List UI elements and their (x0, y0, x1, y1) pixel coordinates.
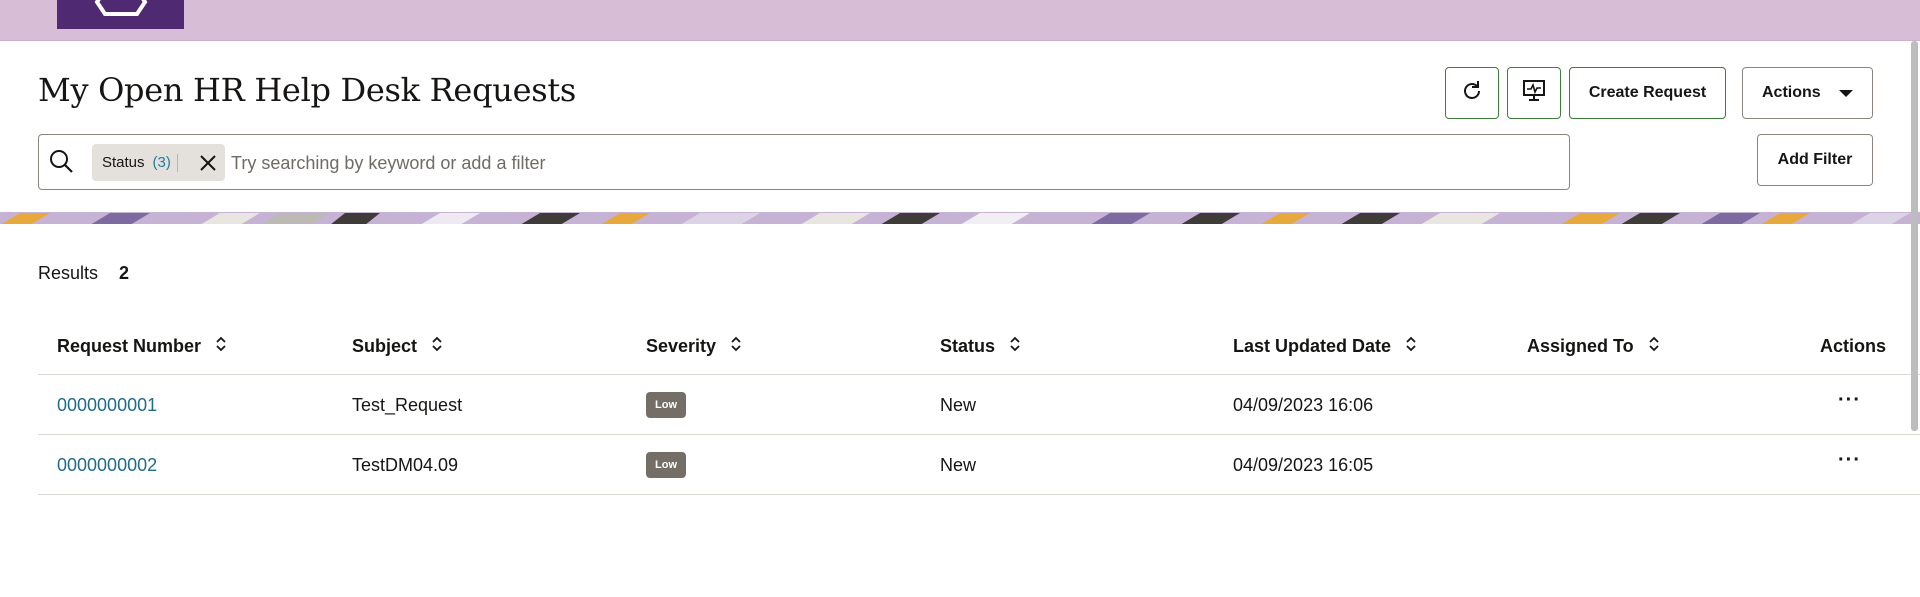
presentation-button[interactable] (1507, 67, 1561, 119)
requests-table: Request Number Subject Severity Status L… (38, 324, 1920, 495)
severity-badge: Low (646, 452, 686, 478)
logo-icon[interactable] (57, 0, 184, 29)
refresh-button[interactable] (1445, 67, 1499, 119)
subject-cell: TestDM04.09 (352, 455, 459, 475)
request-number-link[interactable]: 0000000001 (57, 395, 157, 416)
chip-count: (3) (152, 154, 171, 171)
top-bar (0, 0, 1920, 41)
column-label: Request Number (57, 336, 202, 356)
sort-icon[interactable] (1648, 336, 1660, 357)
column-label: Assigned To (1527, 336, 1634, 356)
actions-label: Actions (1762, 84, 1821, 101)
search-input[interactable]: Try searching by keyword or add a filter (231, 153, 545, 174)
row-actions-menu-icon[interactable]: ··· (1838, 450, 1861, 470)
last-updated-cell: 04/09/2023 16:06 (1233, 395, 1374, 415)
table-row: 0000000002 TestDM04.09 Low New 04/09/202… (38, 435, 1920, 495)
decorative-banner (0, 212, 1920, 224)
table-row: 0000000001 Test_Request Low New 04/09/20… (38, 375, 1920, 435)
actions-menu-button[interactable]: Actions (1742, 67, 1873, 119)
table-header: Request Number Subject Severity Status L… (38, 324, 1920, 375)
column-label: Last Updated Date (1233, 336, 1392, 356)
presentation-monitor-icon (1521, 78, 1547, 109)
column-header-actions: Actions (1820, 336, 1886, 357)
row-actions-menu-icon[interactable]: ··· (1838, 390, 1861, 410)
column-header-severity[interactable]: Severity (646, 336, 742, 357)
column-label: Subject (352, 336, 418, 356)
close-icon[interactable] (199, 154, 217, 176)
subject-cell: Test_Request (352, 395, 463, 415)
severity-badge: Low (646, 392, 686, 418)
refresh-icon (1460, 79, 1484, 108)
column-label: Actions (1820, 336, 1887, 356)
column-label: Status (940, 336, 996, 356)
column-header-request-number[interactable]: Request Number (57, 336, 227, 357)
page-title: My Open HR Help Desk Requests (38, 71, 577, 109)
sort-icon[interactable] (1405, 336, 1417, 357)
sort-icon[interactable] (1009, 336, 1021, 357)
create-request-button[interactable]: Create Request (1569, 67, 1726, 119)
chip-divider (176, 153, 178, 172)
results-label: Results (38, 263, 99, 283)
search-bar[interactable]: Status (3) Try searching by keyword or a… (38, 134, 1570, 190)
request-number-link[interactable]: 0000000002 (57, 455, 157, 476)
column-header-subject[interactable]: Subject (352, 336, 443, 357)
results-count: 2 (119, 263, 130, 283)
status-filter-chip[interactable]: Status (3) (92, 144, 225, 181)
sort-icon[interactable] (215, 336, 227, 357)
caret-down-icon (1839, 90, 1853, 97)
column-label: Severity (646, 336, 717, 356)
status-cell: New (940, 455, 977, 475)
sort-icon[interactable] (431, 336, 443, 357)
add-filter-button[interactable]: Add Filter (1757, 134, 1873, 186)
column-header-last-updated-date[interactable]: Last Updated Date (1233, 336, 1417, 357)
chip-label: Status (102, 154, 145, 171)
vertical-scrollbar[interactable] (1911, 41, 1918, 431)
column-header-assigned-to[interactable]: Assigned To (1527, 336, 1660, 357)
column-header-status[interactable]: Status (940, 336, 1021, 357)
status-cell: New (940, 395, 977, 415)
search-icon (47, 147, 77, 182)
last-updated-cell: 04/09/2023 16:05 (1233, 455, 1374, 475)
sort-icon[interactable] (730, 336, 742, 357)
